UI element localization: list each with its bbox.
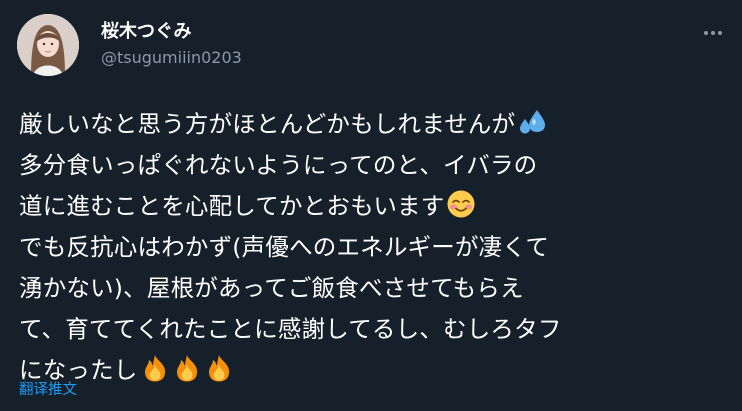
display-name[interactable]: 桜木つぐみ: [101, 21, 192, 43]
fire-emoji: [208, 355, 229, 382]
tweet-line: 多分食いっぱぐれないようにってのと、イバラの: [19, 145, 734, 186]
more-dot-icon: [704, 31, 708, 35]
fire-emoji: [144, 355, 165, 382]
tweet-line: 道に進むことを心配してかとおもいます: [19, 186, 734, 227]
smiling-face-emoji: [447, 190, 475, 218]
tweet-line-text: 多分食いっぱぐれないようにってのと、イバラの: [19, 151, 538, 179]
tweet-line: て、育ててくれたことに感謝してるし、むしろタフ: [19, 309, 734, 350]
more-dot-icon: [711, 31, 715, 35]
sweat-droplets-emoji: [520, 110, 546, 134]
tweet-line-text: 厳しいなと思う方がほとんどかもしれませんが: [19, 110, 516, 138]
tweet-line: 湧かない)、屋根があってご飯食べさせてもらえ: [19, 268, 734, 309]
more-options-button[interactable]: [696, 16, 730, 50]
tweet-line: でも反抗心はわかず(声優へのエネルギーが凄くて: [19, 227, 734, 268]
avatar[interactable]: [17, 14, 79, 76]
fire-emoji: [176, 355, 197, 382]
tweet-line-text: 湧かない)、屋根があってご飯食べさせてもらえ: [19, 274, 524, 302]
tweet-line: 厳しいなと思う方がほとんどかもしれませんが: [19, 104, 734, 145]
tweet-line-text: でも反抗心はわかず(声優へのエネルギーが凄くて: [19, 233, 550, 261]
translate-tweet-link[interactable]: 翻译推文: [19, 378, 77, 399]
avatar-image: [17, 14, 79, 76]
tweet-text: 厳しいなと思う方がほとんどかもしれませんが 多分食いっぱぐれないようにってのと、…: [19, 104, 734, 391]
tweet-line: になったし: [19, 350, 734, 391]
user-handle[interactable]: @tsugumiiin0203: [101, 48, 242, 68]
tweet-card: 桜木つぐみ @tsugumiiin0203 厳しいなと思う方がほとんどかもしれま…: [0, 0, 742, 411]
tweet-line-text: て、育ててくれたことに感謝してるし、むしろタフ: [19, 315, 562, 343]
more-dot-icon: [718, 31, 722, 35]
tweet-line-text: 道に進むことを心配してかとおもいます: [19, 192, 445, 220]
